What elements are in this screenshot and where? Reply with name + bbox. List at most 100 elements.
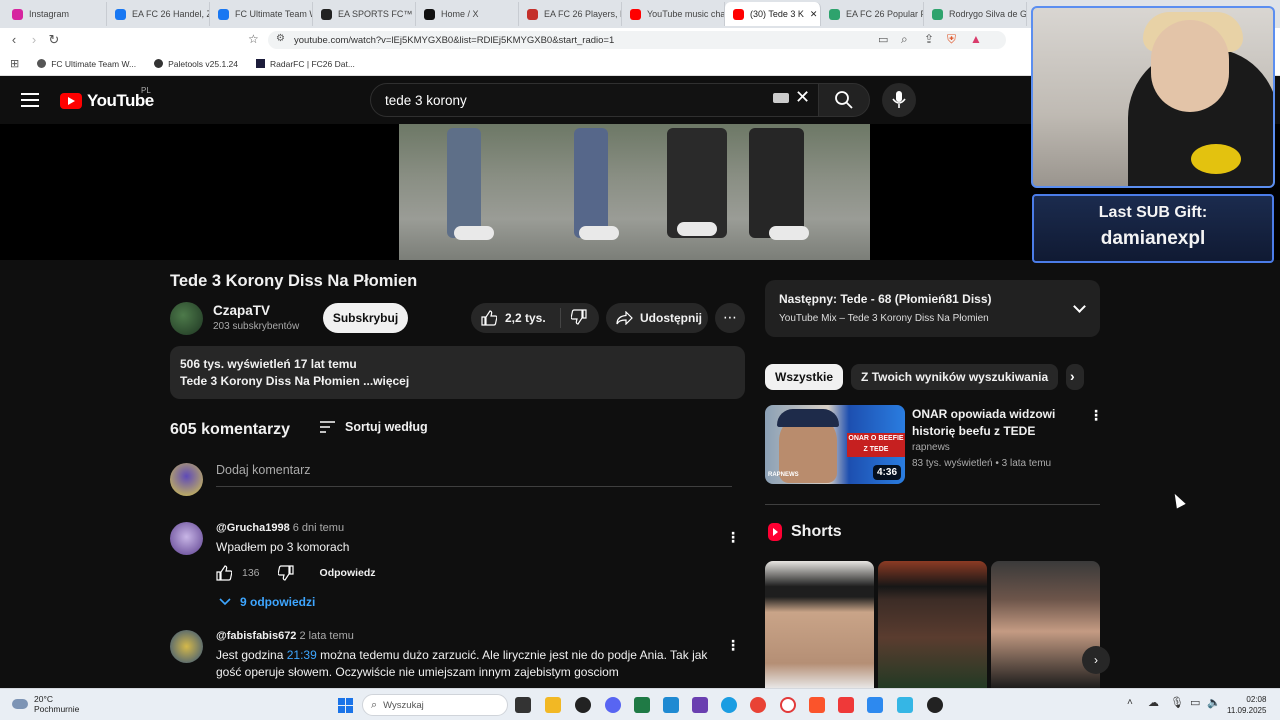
channel-avatar[interactable] [170,302,203,335]
tab-label: YouTube music cha [647,9,725,19]
chrome-icon[interactable] [750,697,766,713]
app-icon[interactable] [927,697,943,713]
volume-icon[interactable]: 🔈 [1207,696,1221,709]
description-box[interactable]: 506 tys. wyświetleń 17 lat temu Tede 3 K… [170,346,745,399]
comment-time: 2 lata temu [299,630,354,642]
sort-comments-button[interactable]: Sortuj według [320,420,428,434]
bookmark-radarfc[interactable]: RadarFC | FC26 Dat... [256,59,355,69]
comment-avatar[interactable] [170,522,203,555]
bookmark-paletools[interactable]: Paletools v25.1.24 [154,59,238,69]
chip-partial[interactable] [1066,364,1085,390]
add-comment-input[interactable]: Dodaj komentarz [216,463,732,487]
zoom-icon[interactable]: ⌕ [901,32,908,47]
short-thumbnail[interactable] [878,561,987,689]
browser-tab[interactable]: EA FC 26 Popular P [821,2,924,26]
comment-menu-icon[interactable]: ⋮ [726,529,740,546]
vscode-icon[interactable] [663,697,679,713]
reload-icon[interactable]: ↻ [44,32,64,48]
search-input[interactable]: tede 3 korony ✕ [370,83,820,117]
browser-tab[interactable]: EA SPORTS FC™ 26 [313,2,416,26]
like-button[interactable]: 2,2 tys. [471,308,561,328]
browser-tab[interactable]: YouTube music cha [622,2,725,26]
sub-gift-user: damianexpl [1100,228,1206,249]
bookmark-star-icon[interactable]: ☆ [248,32,259,46]
browser-tab[interactable]: Home / X [416,2,519,26]
obs-icon[interactable] [575,697,591,713]
app-icon[interactable] [897,697,913,713]
browser-tab[interactable]: EA FC 26 Handel, Z [107,2,210,26]
share-button[interactable]: Udostępnij [606,303,708,333]
tab-favicon-icon [829,8,840,20]
vivaldi-icon[interactable] [838,697,854,713]
chip-from-search[interactable]: Z Twoich wyników wyszukiwania [851,364,1059,390]
gallery-icon[interactable] [867,697,883,713]
comment-author[interactable]: @fabisfabis672 2 lata temu [216,630,354,642]
edge-icon[interactable] [721,697,737,713]
recommended-thumbnail[interactable]: ONAR O BEEFIE Z TEDE RAPNEWS 4:36 [765,405,905,484]
browser-tab[interactable]: Rodrygo Silva de G [924,2,1027,26]
recommended-title[interactable]: ONAR opowiada widzowi historię beefu z T… [912,406,1082,440]
browser-tab[interactable]: (30) Tede 3 K ✕ [725,2,821,26]
chevron-right-icon[interactable]: › [1070,368,1075,384]
onedrive-icon[interactable]: ☁ [1148,696,1159,709]
tab-label: EA FC 26 Popular P [846,9,924,19]
subscribe-button[interactable]: Subskrybuj [323,303,408,333]
apps-grid-icon[interactable]: ⊞ [10,57,19,70]
app-icon[interactable] [692,697,708,713]
clear-search-icon[interactable]: ✕ [795,87,810,108]
show-replies-button[interactable]: 9 odpowiedzi [219,595,315,609]
thumbs-down-icon[interactable] [277,565,294,581]
recommended-channel[interactable]: rapnews [912,442,950,453]
brave-rewards-icon[interactable]: ▲ [970,32,982,46]
share-label: Udostępnij [640,311,702,325]
back-icon[interactable]: ‹ [4,32,24,47]
comment-timestamp-link[interactable]: 21:39 [287,648,317,662]
chevron-right-icon[interactable]: › [1082,646,1110,674]
browser-tab[interactable]: FC Ultimate Team W [210,2,313,26]
system-clock[interactable]: 02:08 11.09.2025 [1227,694,1266,716]
browser-tab[interactable]: Instagram [4,2,107,26]
comment-avatar[interactable] [170,630,203,663]
discord-icon[interactable] [605,697,621,713]
share-page-icon[interactable]: ⇪ [924,32,934,46]
browser-tab[interactable]: EA FC 26 Players, P [519,2,622,26]
display-icon[interactable]: ▭ [1190,696,1200,709]
task-view-icon[interactable] [515,697,531,713]
chip-all[interactable]: Wszystkie [765,364,844,390]
up-next-panel[interactable]: Następny: Tede - 68 (Płomień81 Diss) You… [765,280,1100,337]
tab-favicon-icon [630,8,641,20]
channel-name[interactable]: CzapaTV [213,303,270,318]
opera-icon[interactable] [780,697,796,713]
bookmark-fc-ultimate-team[interactable]: FC Ultimate Team W... [37,59,136,69]
shorts-label: Shorts [791,523,842,540]
short-thumbnail[interactable] [991,561,1100,689]
video-frame[interactable] [399,124,870,260]
brave-shield-icon[interactable]: ⛨ [947,32,956,47]
weather-widget[interactable]: 20°C Pochmurnie [12,694,79,714]
forward-icon[interactable]: › [24,32,44,47]
reply-button[interactable]: Odpowiedz [320,567,376,579]
windows-start-icon[interactable] [338,698,353,713]
voice-search-button[interactable] [882,83,916,117]
recommended-menu-icon[interactable]: ⋮ [1089,407,1103,424]
comment-menu-icon[interactable]: ⋮ [726,637,740,654]
short-thumbnail[interactable] [765,561,874,689]
excel-icon[interactable] [634,697,650,713]
youtube-logo[interactable]: YouTube [60,91,154,111]
file-explorer-icon[interactable] [545,697,561,713]
site-info-icon[interactable]: ⚙ [276,33,285,44]
search-button[interactable] [818,83,870,117]
brave-icon[interactable] [809,697,825,713]
comment-author[interactable]: @Grucha1998 6 dni temu [216,522,344,534]
cast-icon[interactable]: ▭ [878,33,888,46]
microphone-icon[interactable]: 🎙 [1170,696,1184,709]
close-tab-icon[interactable]: ✕ [810,9,818,20]
url-field[interactable]: ⚙ youtube.com/watch?v=lEj5KMYGXB0&list=R… [268,31,1006,49]
taskbar-search-input[interactable]: ⌕ Wyszukaj [362,694,508,716]
chevron-up-icon[interactable]: ˄ [1127,697,1133,708]
thumbs-up-icon[interactable] [216,565,232,581]
dislike-button[interactable] [561,308,587,328]
more-actions-icon[interactable]: ⋯ [715,303,745,333]
menu-icon[interactable] [21,93,39,107]
keyboard-icon[interactable] [773,93,789,103]
